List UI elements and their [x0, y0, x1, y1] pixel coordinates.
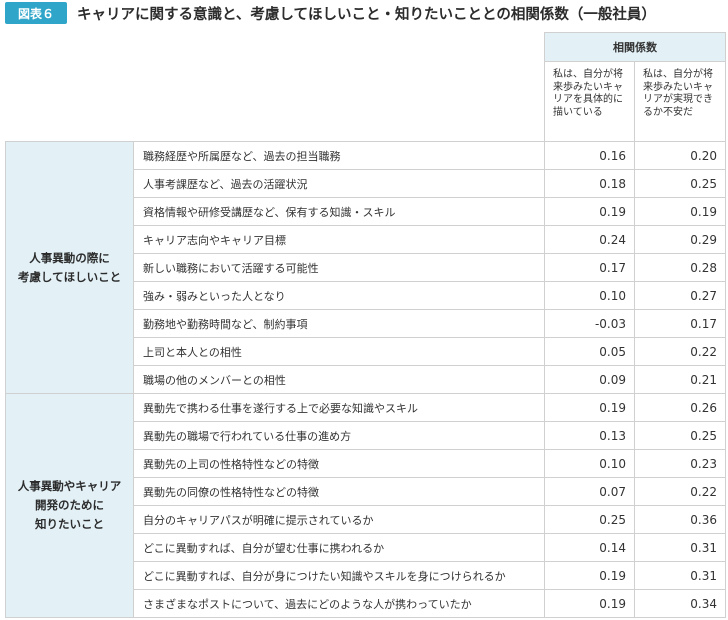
value-describe-career: 0.16 [544, 141, 635, 170]
value-describe-career: 0.10 [544, 281, 635, 310]
group-label-cell: 人事異動の際に 考慮してほしいこと [5, 141, 134, 394]
value-career-anxiety: 0.21 [634, 365, 726, 394]
item-label: どこに異動すれば、自分が身につけたい知識やスキルを身につけられるか [133, 561, 545, 590]
group-label-cell: 人事異動やキャリア 開発のために 知りたいこと [5, 393, 134, 618]
value-career-anxiety: 0.31 [634, 533, 726, 562]
value-describe-career: 0.18 [544, 169, 635, 198]
header-blank [5, 32, 545, 142]
value-career-anxiety: 0.28 [634, 253, 726, 282]
value-career-anxiety: 0.25 [634, 169, 726, 198]
item-label: 上司と本人との相性 [133, 337, 545, 366]
value-career-anxiety: 0.17 [634, 309, 726, 338]
value-career-anxiety: 0.25 [634, 421, 726, 450]
table-body: 人事異動の際に 考慮してほしいこと 職務経歴や所属歴など、過去の担当職務 0.16 0… [5, 141, 726, 618]
value-career-anxiety: 0.22 [634, 477, 726, 506]
value-career-anxiety: 0.19 [634, 197, 726, 226]
figure-title-bar: 図表６ キャリアに関する意識と、考慮してほしいこと・知りたいこととの相関係数（一… [0, 0, 728, 26]
value-career-anxiety: 0.26 [634, 393, 726, 422]
value-describe-career: 0.10 [544, 449, 635, 478]
header-coefficient: 相関係数 [544, 32, 726, 62]
header-col-career-anxiety: 私は、自分が将来歩みたいキャリアが実現できるか不安だ [634, 61, 726, 142]
item-label: 異動先の同僚の性格特性などの特徴 [133, 477, 545, 506]
value-describe-career: 0.05 [544, 337, 635, 366]
value-describe-career: 0.17 [544, 253, 635, 282]
item-label: 異動先で携わる仕事を遂行する上で必要な知識やスキル [133, 393, 545, 422]
value-career-anxiety: 0.31 [634, 561, 726, 590]
item-label: 資格情報や研修受講歴など、保有する知識・スキル [133, 197, 545, 226]
value-describe-career: 0.14 [544, 533, 635, 562]
figure-title: キャリアに関する意識と、考慮してほしいこと・知りたいこととの相関係数（一般社員） [77, 6, 656, 23]
correlation-table: 相関係数 私は、自分が将来歩みたいキャリアを具体的に描いている 私は、自分が将来… [5, 32, 726, 618]
item-label: 強み・弱みといった人となり [133, 281, 545, 310]
value-describe-career: 0.19 [544, 589, 635, 618]
figure-label-badge: 図表６ [5, 2, 67, 24]
item-label: さまざまなポストについて、過去にどのような人が携わっていたか [133, 589, 545, 618]
value-describe-career: 0.24 [544, 225, 635, 254]
value-describe-career: 0.19 [544, 393, 635, 422]
item-label: 勤務地や勤務時間など、制約事項 [133, 309, 545, 338]
table-row: 人事異動やキャリア 開発のために 知りたいこと 異動先で携わる仕事を遂行する上で必… [5, 393, 726, 618]
value-career-anxiety: 0.36 [634, 505, 726, 534]
value-describe-career: 0.09 [544, 365, 635, 394]
value-career-anxiety: 0.34 [634, 589, 726, 618]
item-label: 異動先の上司の性格特性などの特徴 [133, 449, 545, 478]
table-row: 人事異動の際に 考慮してほしいこと 職務経歴や所属歴など、過去の担当職務 0.16 0… [5, 141, 726, 394]
item-label: キャリア志向やキャリア目標 [133, 225, 545, 254]
value-career-anxiety: 0.23 [634, 449, 726, 478]
item-label: 職場の他のメンバーとの相性 [133, 365, 545, 394]
value-describe-career: 0.25 [544, 505, 635, 534]
item-label: 自分のキャリアパスが明確に提示されているか [133, 505, 545, 534]
item-label: 職務経歴や所属歴など、過去の担当職務 [133, 141, 545, 170]
value-career-anxiety: 0.29 [634, 225, 726, 254]
header-col-describe-career: 私は、自分が将来歩みたいキャリアを具体的に描いている [544, 61, 635, 142]
value-career-anxiety: 0.27 [634, 281, 726, 310]
value-describe-career: -0.03 [544, 309, 635, 338]
value-career-anxiety: 0.20 [634, 141, 726, 170]
value-describe-career: 0.19 [544, 561, 635, 590]
value-describe-career: 0.13 [544, 421, 635, 450]
item-label: どこに異動すれば、自分が望む仕事に携われるか [133, 533, 545, 562]
item-label: 新しい職務において活躍する可能性 [133, 253, 545, 282]
value-career-anxiety: 0.22 [634, 337, 726, 366]
value-describe-career: 0.19 [544, 197, 635, 226]
item-label: 人事考課歴など、過去の活躍状況 [133, 169, 545, 198]
group-label: 人事異動の際に 考慮してほしいこと [17, 250, 122, 284]
value-describe-career: 0.07 [544, 477, 635, 506]
item-label: 異動先の職場で行われている仕事の進め方 [133, 421, 545, 450]
group-label: 人事異動やキャリア 開発のために 知りたいこと [17, 479, 122, 531]
